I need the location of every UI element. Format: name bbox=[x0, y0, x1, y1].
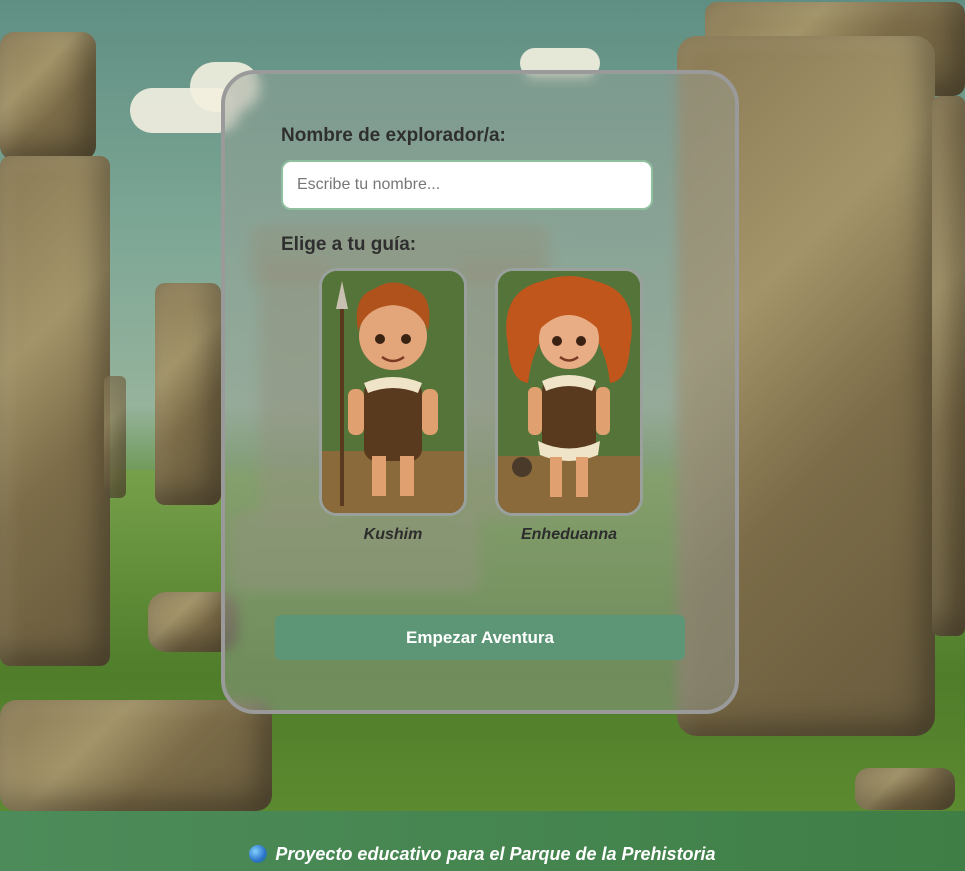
name-input[interactable] bbox=[281, 160, 653, 210]
explorer-setup-card: Nombre de explorador/a: Elige a tu guía: bbox=[221, 70, 739, 714]
footer-text: Proyecto educativo para el Parque de la … bbox=[275, 844, 716, 864]
stone-distant bbox=[104, 376, 126, 498]
caveman-boy-illustration bbox=[322, 271, 464, 513]
stone-edge-right bbox=[932, 96, 965, 636]
guide-option-kushim[interactable]: Kushim bbox=[319, 268, 467, 544]
cavegirl-illustration bbox=[498, 271, 640, 513]
guide-name-enheduanna: Enheduanna bbox=[520, 526, 617, 543]
guide-portrait-kushim[interactable] bbox=[319, 268, 467, 516]
stone-small-left bbox=[155, 283, 221, 505]
start-adventure-button[interactable]: Empezar Aventura bbox=[275, 615, 685, 660]
guide-portrait-enheduanna[interactable] bbox=[495, 268, 643, 516]
guide-name-kushim: Kushim bbox=[363, 526, 423, 543]
name-label: Nombre de explorador/a: bbox=[281, 125, 506, 146]
footer-text-wrapper: Proyecto educativo para el Parque de la … bbox=[249, 844, 716, 865]
guide-option-enheduanna[interactable]: Enheduanna bbox=[495, 268, 643, 544]
rock-large bbox=[0, 700, 272, 811]
stone-lintel-left bbox=[0, 32, 96, 160]
globe-icon bbox=[249, 845, 268, 863]
rock bbox=[855, 768, 955, 810]
guide-label: Elige a tu guía: bbox=[281, 234, 417, 255]
footer: Proyecto educativo para el Parque de la … bbox=[0, 811, 965, 871]
stone-pillar-left bbox=[0, 156, 110, 666]
